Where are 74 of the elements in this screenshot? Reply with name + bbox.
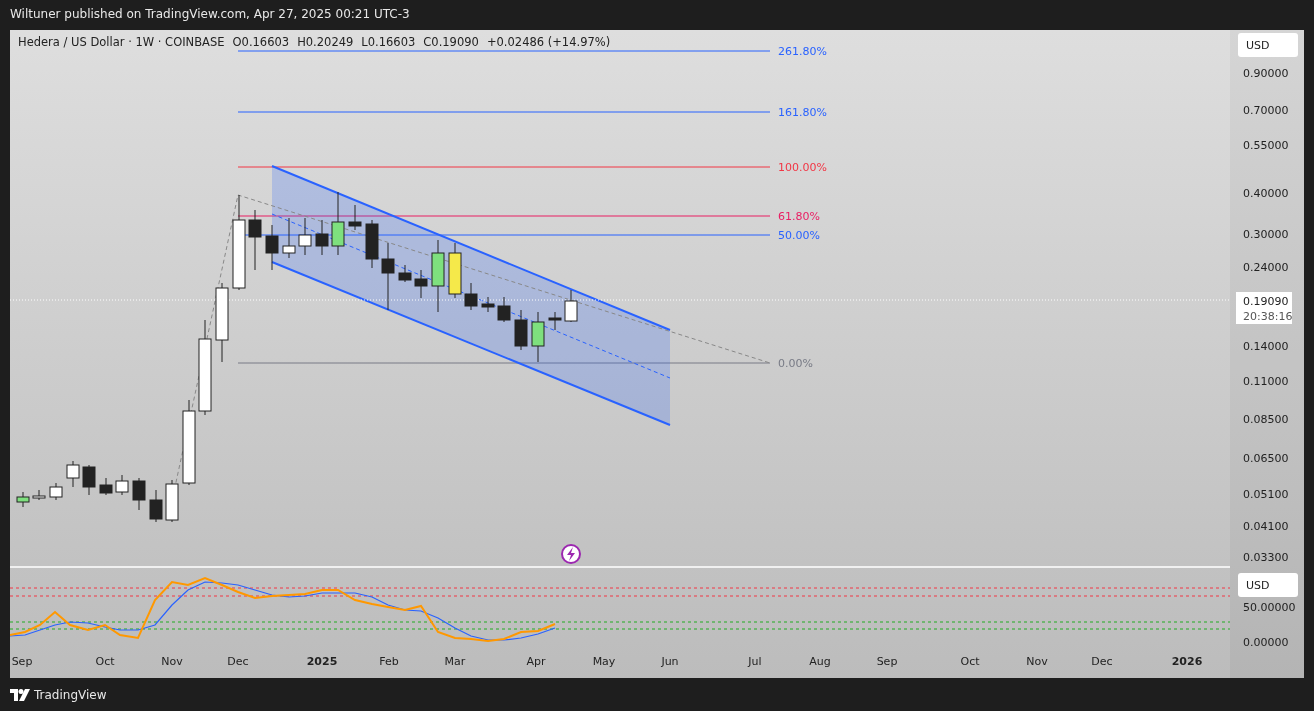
time-label: Oct [95, 655, 115, 668]
brand-name: TradingView [34, 687, 107, 702]
candlestick [464, 282, 478, 311]
price-tick: 0.05100 [1243, 488, 1289, 501]
publisher-line: Wiltuner published on TradingView.com, Apr 27, 2025 00:21 UTC-3 [9, 6, 411, 23]
price-tick: 0.08500 [1243, 413, 1289, 426]
time-label: 2026 [1171, 655, 1203, 668]
price-tick: 0.03300 [1243, 551, 1289, 564]
fib-label: 0.00% [778, 357, 813, 370]
candlestick [115, 474, 129, 496]
candlestick [132, 477, 146, 511]
price-tick: 0.55000 [1243, 139, 1289, 152]
candlestick [265, 224, 279, 271]
time-label: Jun [661, 655, 679, 668]
time-label: Aug [809, 655, 831, 668]
oscillator-tick: 50.00000 [1243, 601, 1296, 614]
candlestick [497, 296, 511, 323]
candlestick [165, 479, 179, 523]
candlestick [348, 204, 362, 231]
time-label: Mar [444, 655, 466, 668]
fib-label: 161.80% [778, 106, 827, 119]
candlestick [448, 242, 462, 299]
candlestick [365, 219, 379, 269]
candlestick [514, 309, 528, 351]
candlestick [531, 311, 545, 363]
price-tick: 0.90000 [1243, 67, 1289, 80]
candlestick [282, 217, 296, 259]
tradingview-logo-icon [10, 688, 30, 701]
time-label: Jul [748, 655, 762, 668]
candlestick [16, 491, 30, 508]
time-label: Dec [1091, 655, 1113, 668]
fib-label: 50.00% [778, 229, 820, 242]
price-tick: 0.11000 [1243, 375, 1289, 388]
time-label: Apr [526, 655, 546, 668]
candlestick [414, 269, 428, 299]
price-tick: 0.06500 [1243, 452, 1289, 465]
candlestick [49, 482, 63, 501]
time-label: Sep [876, 655, 898, 668]
price-tick: 0.04100 [1243, 520, 1289, 533]
price-tick: 0.70000 [1243, 104, 1289, 117]
time-label: May [592, 655, 616, 668]
time-label: Dec [227, 655, 249, 668]
time-label: 2025 [306, 655, 338, 668]
oscillator-tick: 0.00000 [1243, 636, 1289, 649]
candlestick [481, 296, 495, 313]
candlestick [564, 289, 578, 323]
candlestick [398, 264, 412, 283]
fib-label: 100.00% [778, 161, 827, 174]
candlestick [149, 489, 163, 523]
chart-legend: Hedera / US Dollar · 1W · COINBASE O0.16603 H0.20249 L0.16603 C0.19090 +0.02486 (+14.97%) [18, 35, 611, 49]
currency-button[interactable]: USD [1238, 33, 1298, 57]
candlestick [99, 477, 113, 496]
time-label: Nov [161, 655, 183, 668]
candlestick [298, 217, 312, 256]
candlestick [66, 460, 80, 488]
price-tick: 0.14000 [1243, 340, 1289, 353]
candlestick [331, 191, 345, 256]
price-tick: 0.30000 [1243, 228, 1289, 241]
candlestick [381, 242, 395, 311]
price-tick: 0.24000 [1243, 261, 1289, 274]
time-label: Sep [11, 655, 33, 668]
currency-button[interactable]: USD [1238, 573, 1298, 597]
candlestick [315, 219, 329, 256]
candlestick [32, 489, 46, 501]
price-tick: 0.40000 [1243, 187, 1289, 200]
time-label: Nov [1026, 655, 1048, 668]
candlestick [82, 464, 96, 496]
candlestick [548, 311, 562, 331]
fib-label: 261.80% [778, 45, 827, 58]
time-label: Oct [960, 655, 980, 668]
fib-label: 61.80% [778, 210, 820, 223]
last-price-label: 0.19090 20:38:16 [1236, 292, 1293, 324]
time-label: Feb [379, 655, 399, 668]
candlestick [248, 209, 262, 271]
